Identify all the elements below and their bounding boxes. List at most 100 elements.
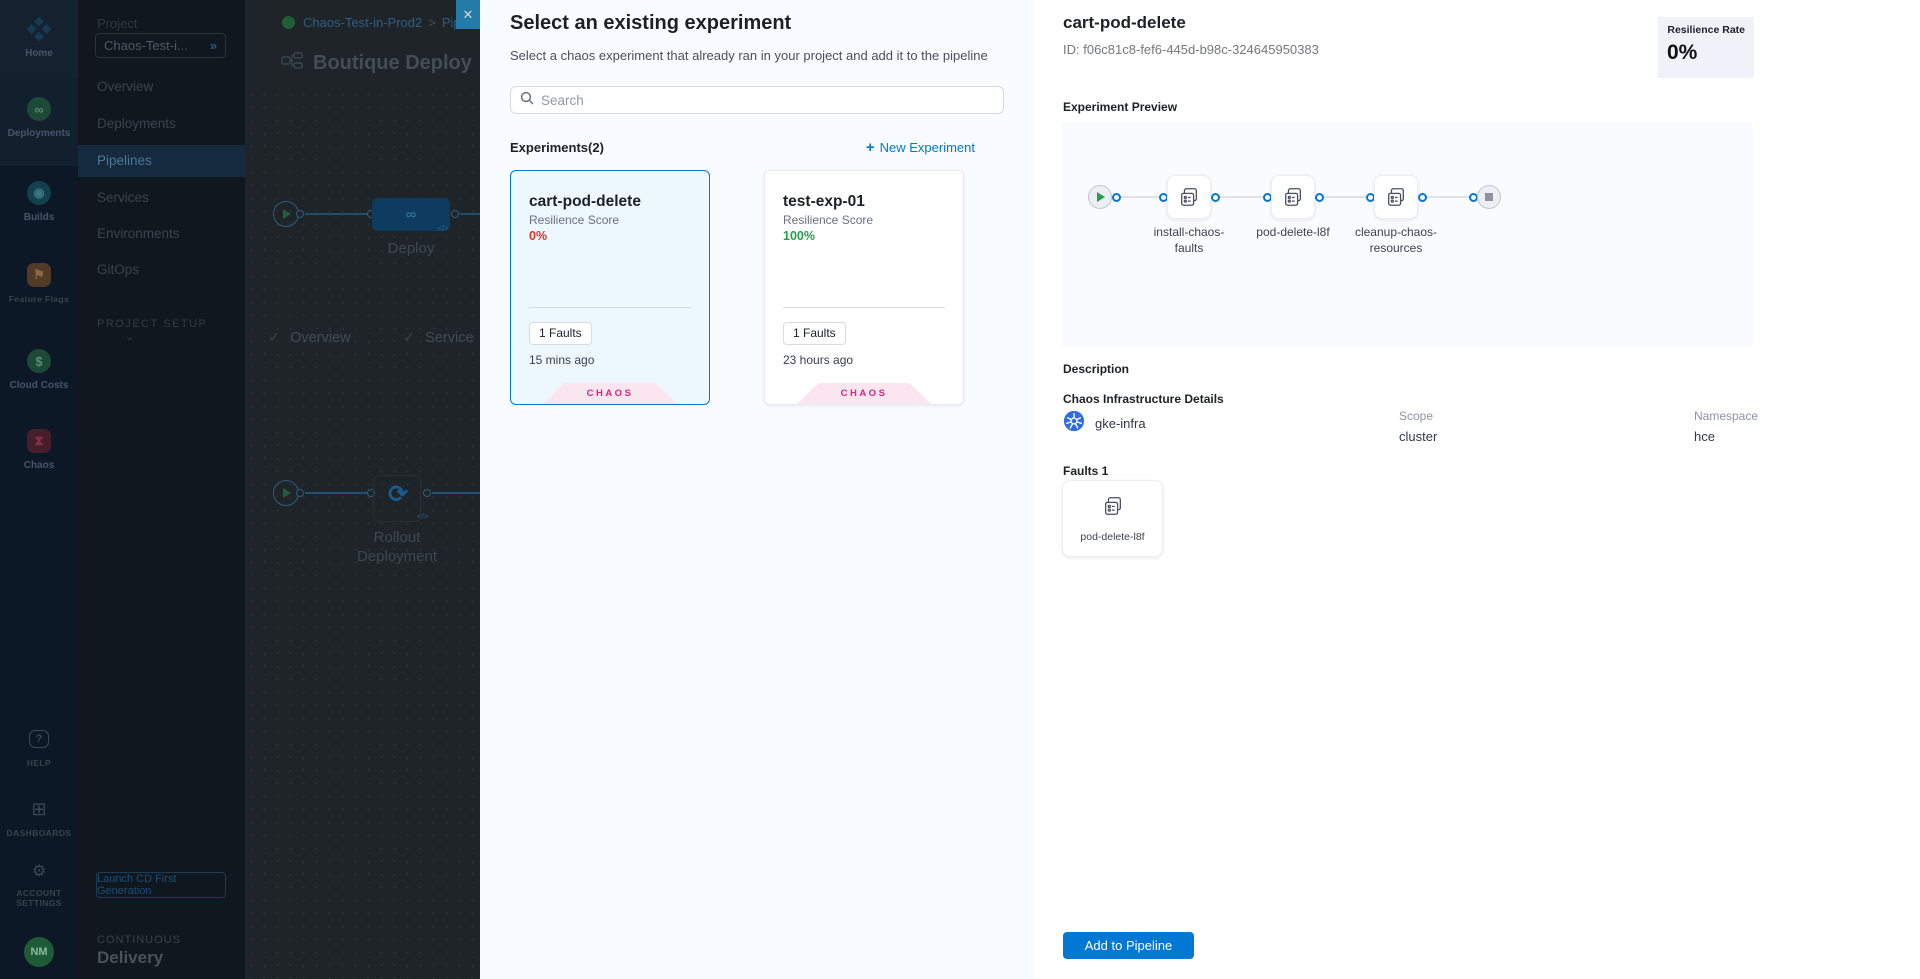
play-icon <box>283 488 291 498</box>
sidebar-item-label: Home <box>0 48 78 59</box>
sidebar-item-builds[interactable]: ◉ Builds <box>0 176 78 223</box>
project-selector[interactable]: Chaos-Test-i... » <box>95 33 226 58</box>
sidebar-item-help[interactable]: ? HELP <box>0 726 78 768</box>
resilience-score-label: Resilience Score <box>783 213 873 227</box>
cd-infinity-icon: ∞ <box>406 206 417 223</box>
sidebar-item-deployments[interactable]: ∞ Deployments <box>0 78 78 166</box>
sidebar-item-chaos[interactable]: ⧗ Chaos <box>0 424 78 471</box>
code-glyph: </> <box>417 512 429 521</box>
resilience-score-value: 0% <box>529 229 547 243</box>
experiment-id: ID: f06c81c8-fef6-445d-b98c-324645950383 <box>1063 42 1319 57</box>
experiment-card-cart-pod-delete[interactable]: cart-pod-delete Resilience Score 0% 1 Fa… <box>510 170 710 405</box>
nav-item-deployments[interactable]: Deployments <box>78 108 245 140</box>
chaos-fault-icon <box>1178 186 1200 208</box>
chevron-down-icon: ⌄ <box>125 331 136 343</box>
bg-tab-label: Service <box>425 330 473 346</box>
experiment-card-test-exp-01[interactable]: test-exp-01 Resilience Score 100% 1 Faul… <box>764 170 964 405</box>
project-sidebar: Project Chaos-Test-i... » Overview Deplo… <box>78 0 245 979</box>
preview-step-cleanup-chaos-resources[interactable] <box>1374 175 1418 219</box>
sidebar-item-feature-flags[interactable]: ⚑ Feature Flags <box>0 258 78 304</box>
stop-icon <box>1485 193 1493 201</box>
play-icon <box>1097 192 1105 202</box>
bg-stage2-label: Rollout Deployment <box>352 528 442 566</box>
faults-badge: 1 Faults <box>783 322 846 345</box>
help-icon: ? <box>0 726 78 752</box>
chaos-brand-ribbon: CHAOS <box>797 383 931 404</box>
connector-dot <box>423 489 431 497</box>
sidebar-item-label: Chaos <box>0 460 78 471</box>
experiment-preview-label: Experiment Preview <box>1063 100 1177 114</box>
resilience-score-value: 100% <box>783 229 815 243</box>
namespace-field: Namespace hce <box>1694 409 1758 444</box>
resilience-rate-label: Resilience Rate <box>1667 24 1745 36</box>
preview-connector-dot <box>1418 193 1427 202</box>
experiment-name: test-exp-01 <box>783 193 865 211</box>
preview-connector-line <box>1420 196 1475 198</box>
sidebar-item-account-settings[interactable]: ⚙ ACCOUNT SETTINGS <box>0 858 78 908</box>
breadcrumb-separator: > <box>428 15 436 30</box>
scope-label: Scope <box>1399 409 1437 423</box>
experiment-preview-canvas: install-chaos-faults pod-delete-l8f clea… <box>1062 122 1753 348</box>
project-section-label: Project <box>97 16 137 31</box>
experiment-select-panel: Select an existing experiment Select a c… <box>480 0 1035 979</box>
close-icon: ✕ <box>463 7 474 22</box>
preview-connector-line <box>1317 196 1372 198</box>
search-box <box>510 86 1004 114</box>
breadcrumb-project-link[interactable]: Chaos-Test-in-Prod2 <box>303 15 422 30</box>
new-experiment-button[interactable]: + New Experiment <box>866 139 975 156</box>
preview-connector-dot <box>1112 193 1121 202</box>
preview-step-pod-delete-l8f[interactable] <box>1271 175 1315 219</box>
chaos-fault-icon <box>1282 186 1304 208</box>
chaos-fault-icon <box>1385 186 1407 208</box>
preview-connector-line <box>1213 196 1269 198</box>
nav-item-gitops[interactable]: GitOps <box>78 254 245 286</box>
bg-stage-label: Deploy <box>371 240 451 257</box>
nav-item-pipelines[interactable]: Pipelines <box>78 145 245 177</box>
preview-step-install-chaos-faults[interactable] <box>1167 175 1211 219</box>
sidebar-item-cloud-costs[interactable]: $ Cloud Costs <box>0 344 78 391</box>
namespace-label: Namespace <box>1694 409 1758 423</box>
faults-label: Faults 1 <box>1063 464 1108 478</box>
project-color-icon <box>282 16 295 29</box>
pipeline-icon <box>281 52 303 75</box>
user-avatar[interactable]: NM <box>24 937 54 967</box>
deployments-icon: ∞ <box>0 96 78 122</box>
fault-card-pod-delete-l8f[interactable]: pod-delete-l8f <box>1062 480 1163 557</box>
add-to-pipeline-button[interactable]: Add to Pipeline <box>1063 932 1194 959</box>
launch-cd-first-gen-button[interactable]: Launch CD First Generation <box>96 872 226 898</box>
connector-line <box>305 213 369 215</box>
infra-name: gke-infra <box>1095 416 1146 431</box>
sidebar-item-label: Feature Flags <box>0 294 78 304</box>
search-input[interactable] <box>541 93 994 108</box>
card-divider <box>529 307 691 308</box>
close-button[interactable]: ✕ <box>456 0 480 29</box>
sidebar-item-home[interactable]: Home <box>0 0 78 78</box>
description-label: Description <box>1063 362 1129 376</box>
page-title-row: Boutique Deploy ✎ <box>281 52 494 75</box>
builds-icon: ◉ <box>0 180 78 206</box>
page-title: Boutique Deploy <box>313 52 472 75</box>
experiment-name: cart-pod-delete <box>529 193 641 211</box>
nav-item-environments[interactable]: Environments <box>78 218 245 250</box>
namespace-value: hce <box>1694 429 1758 444</box>
faults-badge: 1 Faults <box>529 322 592 345</box>
sidebar-item-label: ACCOUNT SETTINGS <box>10 888 68 908</box>
resilience-score-label: Resilience Score <box>529 213 619 227</box>
bg-tab-overview[interactable]: ✓Overview <box>268 330 351 346</box>
sidebar-item-label: Cloud Costs <box>0 380 78 391</box>
new-experiment-label: New Experiment <box>880 140 975 155</box>
resilience-rate-value: 0% <box>1667 41 1745 65</box>
fault-name: pod-delete-l8f <box>1063 531 1162 543</box>
nav-item-overview[interactable]: Overview <box>78 71 245 103</box>
scope-field: Scope cluster <box>1399 409 1437 444</box>
card-divider <box>783 307 945 308</box>
plus-icon: + <box>866 139 875 156</box>
project-setup-toggle[interactable]: PROJECT SETUP ⌄ <box>97 318 245 343</box>
nav-item-services[interactable]: Services <box>78 182 245 214</box>
bg-tab-service[interactable]: ✓Service <box>403 330 474 346</box>
experiment-title: cart-pod-delete <box>1063 13 1186 33</box>
last-run-time: 23 hours ago <box>783 353 853 367</box>
sidebar-item-dashboards[interactable]: ⊞ DASHBOARDS <box>0 796 78 838</box>
resilience-rate-box: Resilience Rate 0% <box>1658 17 1754 78</box>
check-icon: ✓ <box>268 330 280 346</box>
